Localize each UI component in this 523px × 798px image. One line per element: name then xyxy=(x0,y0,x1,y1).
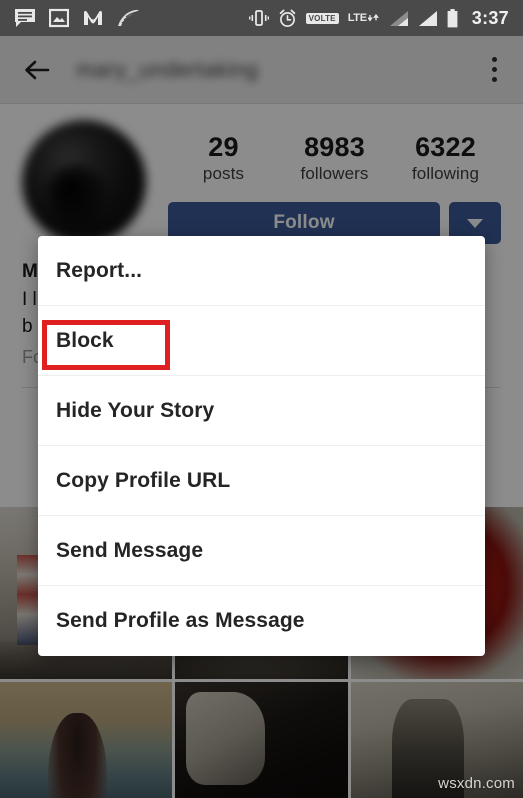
watermark: wsxdn.com xyxy=(438,775,515,792)
menu-item-send-profile-as-message[interactable]: Send Profile as Message xyxy=(38,586,485,656)
status-bar: VOLTE LTE 3:37 xyxy=(0,0,523,36)
lte-arrows-icon xyxy=(367,14,380,23)
menu-item-block[interactable]: Block xyxy=(38,306,485,376)
phone-screen: 29 posts 8983 followers 6322 following F… xyxy=(0,0,523,798)
volte-badge: VOLTE xyxy=(305,12,339,24)
message-icon xyxy=(15,9,35,27)
battery-icon xyxy=(447,8,458,27)
menu-item-copy-profile-url[interactable]: Copy Profile URL xyxy=(38,446,485,516)
status-bar-left-icons xyxy=(14,8,141,28)
menu-item-hide-your-story[interactable]: Hide Your Story xyxy=(38,376,485,446)
lte-badge: LTE xyxy=(347,12,380,24)
lte-label: LTE xyxy=(347,12,367,24)
photo-icon xyxy=(49,8,69,28)
vibrate-icon xyxy=(248,10,269,26)
menu-item-report[interactable]: Report... xyxy=(38,236,485,306)
alarm-icon xyxy=(279,9,295,27)
signal-bars-2-icon xyxy=(418,10,437,26)
status-clock: 3:37 xyxy=(471,7,509,28)
feather-icon xyxy=(118,9,139,27)
m-logo-icon xyxy=(84,10,102,25)
profile-options-dialog: Report... Block Hide Your Story Copy Pro… xyxy=(38,236,485,656)
menu-item-send-message[interactable]: Send Message xyxy=(38,516,485,586)
signal-bars-1-icon xyxy=(389,10,408,26)
status-bar-right-icons: VOLTE LTE 3:37 xyxy=(248,7,509,29)
